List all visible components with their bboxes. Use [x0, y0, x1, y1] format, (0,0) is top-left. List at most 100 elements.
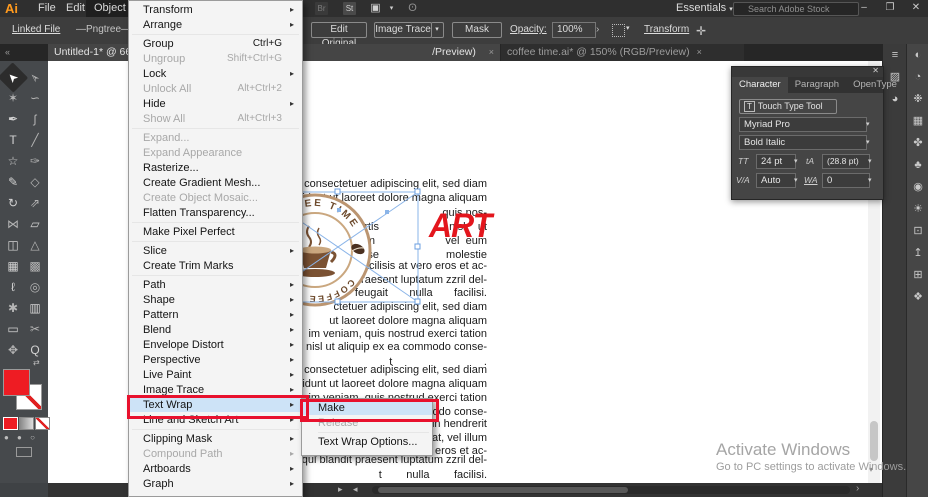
menu-item[interactable] [129, 220, 302, 224]
tool-button[interactable]: ◫ [2, 235, 24, 256]
search-adobe-stock-input[interactable]: Search Adobe Stock [733, 2, 859, 16]
menu-item[interactable]: Group Ctrl+G [129, 36, 302, 51]
dock-icon[interactable]: ☀ [907, 198, 928, 220]
menu-item[interactable]: Live Paint ▸ [129, 367, 302, 382]
mask-button[interactable]: Mask [452, 22, 502, 38]
chevron-down-icon[interactable]: ▾ [868, 176, 872, 184]
tool-button[interactable]: ◎ [24, 277, 46, 298]
tool-button[interactable]: ✎ [2, 172, 24, 193]
menu-item[interactable]: Compound Path ▸ [129, 446, 302, 461]
panel-header[interactable]: ✕ [732, 66, 883, 77]
tool-button[interactable]: ⇗ [24, 193, 46, 214]
workspace-switcher[interactable]: Essentials ▾ [676, 0, 733, 18]
menu-item[interactable]: Flatten Transparency... [129, 205, 302, 220]
menu-item[interactable] [129, 32, 302, 36]
menu-item[interactable]: Artboards ▸ [129, 461, 302, 476]
chevron-down-icon[interactable]: ▾ [866, 138, 870, 146]
tool-button[interactable]: ▦ [2, 256, 24, 277]
menu-item[interactable]: Rasterize... [129, 160, 302, 175]
drawing-mode-buttons[interactable]: ● ● ○ [4, 433, 38, 442]
menu-object[interactable]: Object [86, 0, 134, 17]
scroll-right-arrow-icon[interactable]: › [856, 483, 859, 494]
touch-type-tool-button[interactable]: T Touch Type Tool [739, 99, 837, 114]
dock-icon[interactable]: ♣ [907, 154, 928, 176]
tool-button[interactable]: ✥ [2, 340, 24, 361]
document-tab-coffee-time[interactable]: coffee time.ai* @ 150% (RGB/Preview) × [501, 44, 744, 61]
dock-icon[interactable]: ✤ [907, 132, 928, 154]
menu-item[interactable]: Perspective ▸ [129, 352, 302, 367]
panel-tab[interactable]: OpenType [846, 77, 904, 93]
linked-file-label[interactable]: Linked File [12, 24, 60, 35]
tool-button[interactable]: ╱ [24, 130, 46, 151]
gradient-button[interactable] [19, 417, 34, 430]
menu-item[interactable]: Show All Alt+Ctrl+3 [129, 111, 302, 126]
arrange-documents-icon[interactable]: ▣ [369, 2, 382, 15]
dock-icon[interactable]: ⊞ [907, 264, 928, 286]
collapse-panel-icon[interactable]: « [5, 44, 10, 61]
fill-swatch[interactable] [3, 369, 30, 396]
kerning-field[interactable]: Auto [756, 173, 796, 188]
art-word-1[interactable]: ART [429, 209, 492, 243]
chevron-down-icon[interactable]: ▾ [794, 176, 798, 184]
tool-button[interactable]: ⋈ [2, 214, 24, 235]
tool-button[interactable]: ☆ [2, 151, 24, 172]
menu-item[interactable] [129, 126, 302, 130]
chevron-down-icon[interactable]: ▾ [794, 157, 798, 165]
submenu-item[interactable]: Text Wrap Options... [302, 434, 432, 449]
image-trace-button[interactable]: Image Trace [374, 22, 432, 38]
menu-item[interactable]: Arrange ▸ [129, 17, 302, 32]
dock-icon[interactable]: ≡ [883, 44, 907, 66]
dock-icon[interactable]: ▦ [907, 110, 928, 132]
dock-icon[interactable]: ◔ [907, 66, 928, 88]
panel-close-icon[interactable]: ✕ [872, 66, 879, 75]
menu-item[interactable]: Expand... [129, 130, 302, 145]
tab-close-icon[interactable]: × [489, 47, 494, 57]
change-screen-mode-icon[interactable] [16, 447, 32, 457]
close-button[interactable]: ✕ [904, 0, 928, 17]
tool-button[interactable]: ✂ [24, 319, 46, 340]
chevron-down-icon[interactable]: ▾ [385, 2, 398, 15]
tool-button[interactable]: ▥ [24, 298, 46, 319]
previous-artboard-icon[interactable]: ◂ [353, 484, 358, 495]
dock-icon[interactable]: ⊡ [907, 220, 928, 242]
menu-item[interactable] [129, 239, 302, 243]
gpu-performance-icon[interactable]: ʘ [406, 2, 419, 15]
font-size-field[interactable]: 24 pt [756, 154, 796, 169]
menu-item[interactable]: Lock ▸ [129, 66, 302, 81]
menu-item[interactable]: Unlock All Alt+Ctrl+2 [129, 81, 302, 96]
menu-item[interactable]: Path ▸ [129, 277, 302, 292]
tool-button[interactable]: T [2, 130, 24, 151]
swap-fill-stroke-icon[interactable]: ⇄ [33, 358, 40, 367]
opacity-spinner-icon[interactable]: › [596, 24, 599, 35]
menu-item[interactable]: Ungroup Shift+Ctrl+G [129, 51, 302, 66]
panel-tab[interactable]: Paragraph [788, 77, 846, 93]
tool-button[interactable]: ↻ [2, 193, 24, 214]
chevron-down-icon[interactable]: ▾ [866, 120, 870, 128]
bridge-icon[interactable]: Br [315, 2, 328, 15]
menu-item[interactable]: Envelope Distort ▸ [129, 337, 302, 352]
font-family-field[interactable]: Myriad Pro [739, 117, 867, 132]
dock-icon[interactable]: ❉ [907, 88, 928, 110]
menu-item[interactable]: Create Trim Marks [129, 258, 302, 273]
panel-tab[interactable]: Character [732, 77, 788, 93]
opacity-label[interactable]: Opacity: [510, 24, 547, 35]
menu-item[interactable]: Blend ▸ [129, 322, 302, 337]
vertical-scrollbar-thumb[interactable] [870, 421, 878, 461]
menu-item[interactable]: Create Gradient Mesh... [129, 175, 302, 190]
menu-item[interactable]: Transform ▸ [129, 2, 302, 17]
menu-item[interactable]: Pattern ▸ [129, 307, 302, 322]
menu-item[interactable]: Hide ▸ [129, 96, 302, 111]
menu-item[interactable]: Graph ▸ [129, 476, 302, 491]
tool-button[interactable]: ʃ [24, 109, 46, 130]
dock-icon[interactable]: ◉ [907, 176, 928, 198]
menu-item[interactable]: Create Object Mosaic... [129, 190, 302, 205]
select-similar-icon[interactable] [612, 24, 625, 37]
tracking-field[interactable]: 0 [822, 173, 870, 188]
menu-item[interactable]: Slice ▸ [129, 243, 302, 258]
image-trace-chevron-icon[interactable]: ▾ [431, 22, 444, 38]
tool-button[interactable]: △ [24, 235, 46, 256]
dock-icon[interactable]: ↥ [907, 242, 928, 264]
color-button[interactable] [3, 417, 18, 430]
none-button[interactable] [35, 417, 50, 430]
tool-button[interactable]: ✒ [2, 109, 24, 130]
